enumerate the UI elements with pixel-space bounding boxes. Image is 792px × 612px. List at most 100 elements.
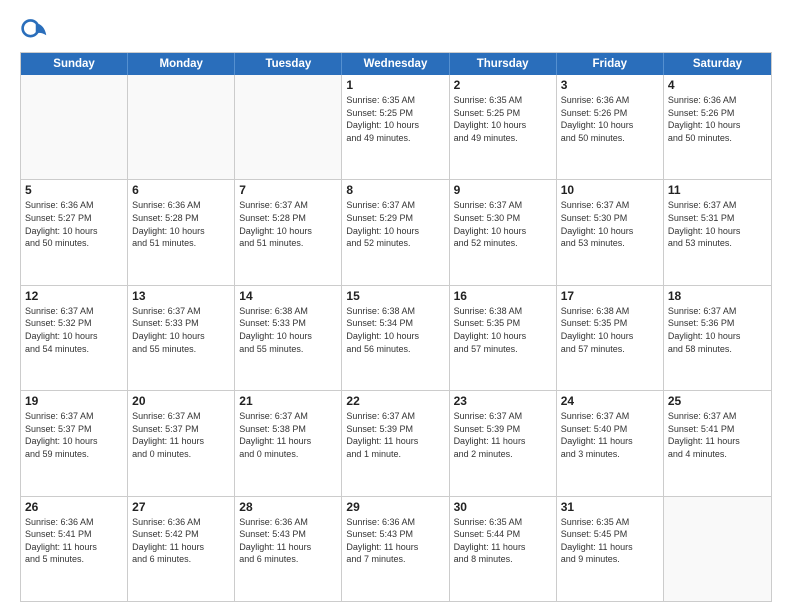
calendar-day-5: 5 Sunrise: 6:36 AM Sunset: 5:27 PM Daylig… — [21, 180, 128, 284]
day-number: 10 — [561, 183, 659, 197]
day-number: 16 — [454, 289, 552, 303]
logo-icon — [20, 16, 48, 44]
day-info: Sunrise: 6:37 AM Sunset: 5:38 PM Dayligh… — [239, 410, 337, 460]
calendar-day-22: 22 Sunrise: 6:37 AM Sunset: 5:39 PM Dayli… — [342, 391, 449, 495]
day-number: 17 — [561, 289, 659, 303]
calendar-day-27: 27Sunrise: 6:36 AM Sunset: 5:42 PM Dayli… — [128, 497, 235, 601]
calendar-day-empty — [21, 75, 128, 179]
weekday-header-tuesday: Tuesday — [235, 53, 342, 75]
day-number: 22 — [346, 394, 444, 408]
day-info: Sunrise: 6:36 AM Sunset: 5:26 PM Dayligh… — [668, 94, 767, 144]
day-number: 2 — [454, 78, 552, 92]
calendar-day-9: 9 Sunrise: 6:37 AM Sunset: 5:30 PM Daylig… — [450, 180, 557, 284]
calendar-day-16: 16 Sunrise: 6:38 AM Sunset: 5:35 PM Dayli… — [450, 286, 557, 390]
day-info: Sunrise: 6:37 AM Sunset: 5:30 PM Dayligh… — [561, 199, 659, 249]
calendar-day-30: 30 Sunrise: 6:35 AM Sunset: 5:44 PM Dayli… — [450, 497, 557, 601]
day-info: Sunrise: 6:37 AM Sunset: 5:41 PM Dayligh… — [668, 410, 767, 460]
day-info: Sunrise: 6:36 AM Sunset: 5:27 PM Dayligh… — [25, 199, 123, 249]
calendar-body: 1 Sunrise: 6:35 AM Sunset: 5:25 PM Daylig… — [21, 75, 771, 601]
day-number: 23 — [454, 394, 552, 408]
calendar-day-25: 25 Sunrise: 6:37 AM Sunset: 5:41 PM Dayli… — [664, 391, 771, 495]
day-number: 9 — [454, 183, 552, 197]
weekday-header-sunday: Sunday — [21, 53, 128, 75]
day-info: Sunrise: 6:37 AM Sunset: 5:37 PM Dayligh… — [25, 410, 123, 460]
day-number: 24 — [561, 394, 659, 408]
calendar-day-8: 8 Sunrise: 6:37 AM Sunset: 5:29 PM Daylig… — [342, 180, 449, 284]
day-number: 27 — [132, 500, 230, 514]
calendar-day-1: 1Sunrise: 6:35 AM Sunset: 5:25 PM Daylig… — [342, 75, 449, 179]
calendar-day-17: 17 Sunrise: 6:38 AM Sunset: 5:35 PM Dayli… — [557, 286, 664, 390]
day-number: 3 — [561, 78, 659, 92]
calendar-day-29: 29 Sunrise: 6:36 AM Sunset: 5:43 PM Dayli… — [342, 497, 449, 601]
day-info: Sunrise: 6:36 AM Sunset: 5:28 PM Dayligh… — [132, 199, 230, 249]
day-info: Sunrise: 6:37 AM Sunset: 5:30 PM Dayligh… — [454, 199, 552, 249]
logo — [20, 16, 52, 44]
weekday-header-thursday: Thursday — [450, 53, 557, 75]
day-number: 13 — [132, 289, 230, 303]
day-number: 8 — [346, 183, 444, 197]
calendar-week-5: 26 Sunrise: 6:36 AM Sunset: 5:41 PM Dayli… — [21, 496, 771, 601]
day-number: 20 — [132, 394, 230, 408]
weekday-header-wednesday: Wednesday — [342, 53, 449, 75]
weekday-header-friday: Friday — [557, 53, 664, 75]
day-number: 7 — [239, 183, 337, 197]
day-info: Sunrise: 6:37 AM Sunset: 5:40 PM Dayligh… — [561, 410, 659, 460]
calendar-day-19: 19 Sunrise: 6:37 AM Sunset: 5:37 PM Dayli… — [21, 391, 128, 495]
calendar-day-20: 20 Sunrise: 6:37 AM Sunset: 5:37 PM Dayli… — [128, 391, 235, 495]
day-number: 21 — [239, 394, 337, 408]
day-number: 5 — [25, 183, 123, 197]
page: SundayMondayTuesdayWednesdayThursdayFrid… — [0, 0, 792, 612]
day-info: Sunrise: 6:37 AM Sunset: 5:28 PM Dayligh… — [239, 199, 337, 249]
day-info: Sunrise: 6:37 AM Sunset: 5:29 PM Dayligh… — [346, 199, 444, 249]
calendar-week-1: 1 Sunrise: 6:35 AM Sunset: 5:25 PM Daylig… — [21, 75, 771, 179]
day-number: 30 — [454, 500, 552, 514]
day-number: 31 — [561, 500, 659, 514]
day-number: 26 — [25, 500, 123, 514]
calendar-day-6: 6 Sunrise: 6:36 AM Sunset: 5:28 PM Daylig… — [128, 180, 235, 284]
calendar-week-4: 19 Sunrise: 6:37 AM Sunset: 5:37 PM Dayli… — [21, 390, 771, 495]
calendar-day-15: 15Sunrise: 6:38 AM Sunset: 5:34 PM Dayli… — [342, 286, 449, 390]
weekday-header-monday: Monday — [128, 53, 235, 75]
calendar-day-14: 14Sunrise: 6:38 AM Sunset: 5:33 PM Dayli… — [235, 286, 342, 390]
day-info: Sunrise: 6:35 AM Sunset: 5:44 PM Dayligh… — [454, 516, 552, 566]
day-info: Sunrise: 6:35 AM Sunset: 5:25 PM Dayligh… — [454, 94, 552, 144]
calendar-day-26: 26 Sunrise: 6:36 AM Sunset: 5:41 PM Dayli… — [21, 497, 128, 601]
weekday-header-saturday: Saturday — [664, 53, 771, 75]
day-info: Sunrise: 6:37 AM Sunset: 5:39 PM Dayligh… — [346, 410, 444, 460]
calendar-day-7: 7 Sunrise: 6:37 AM Sunset: 5:28 PM Daylig… — [235, 180, 342, 284]
calendar-day-3: 3 Sunrise: 6:36 AM Sunset: 5:26 PM Daylig… — [557, 75, 664, 179]
day-number: 12 — [25, 289, 123, 303]
calendar-day-10: 10 Sunrise: 6:37 AM Sunset: 5:30 PM Dayli… — [557, 180, 664, 284]
day-info: Sunrise: 6:36 AM Sunset: 5:43 PM Dayligh… — [346, 516, 444, 566]
calendar-day-23: 23 Sunrise: 6:37 AM Sunset: 5:39 PM Dayli… — [450, 391, 557, 495]
day-number: 25 — [668, 394, 767, 408]
calendar-day-31: 31Sunrise: 6:35 AM Sunset: 5:45 PM Dayli… — [557, 497, 664, 601]
day-info: Sunrise: 6:37 AM Sunset: 5:31 PM Dayligh… — [668, 199, 767, 249]
day-info: Sunrise: 6:37 AM Sunset: 5:37 PM Dayligh… — [132, 410, 230, 460]
calendar-day-11: 11 Sunrise: 6:37 AM Sunset: 5:31 PM Dayli… — [664, 180, 771, 284]
day-number: 1 — [346, 78, 444, 92]
calendar-week-3: 12 Sunrise: 6:37 AM Sunset: 5:32 PM Dayli… — [21, 285, 771, 390]
day-number: 19 — [25, 394, 123, 408]
calendar-day-24: 24 Sunrise: 6:37 AM Sunset: 5:40 PM Dayli… — [557, 391, 664, 495]
day-number: 11 — [668, 183, 767, 197]
day-info: Sunrise: 6:38 AM Sunset: 5:35 PM Dayligh… — [561, 305, 659, 355]
day-info: Sunrise: 6:36 AM Sunset: 5:26 PM Dayligh… — [561, 94, 659, 144]
calendar-day-28: 28Sunrise: 6:36 AM Sunset: 5:43 PM Dayli… — [235, 497, 342, 601]
calendar-week-2: 5 Sunrise: 6:36 AM Sunset: 5:27 PM Daylig… — [21, 179, 771, 284]
day-number: 29 — [346, 500, 444, 514]
day-info: Sunrise: 6:36 AM Sunset: 5:41 PM Dayligh… — [25, 516, 123, 566]
calendar-header: SundayMondayTuesdayWednesdayThursdayFrid… — [21, 53, 771, 75]
calendar-day-4: 4Sunrise: 6:36 AM Sunset: 5:26 PM Daylig… — [664, 75, 771, 179]
calendar-day-empty — [235, 75, 342, 179]
day-number: 6 — [132, 183, 230, 197]
calendar-day-empty — [664, 497, 771, 601]
day-info: Sunrise: 6:37 AM Sunset: 5:32 PM Dayligh… — [25, 305, 123, 355]
calendar-day-2: 2 Sunrise: 6:35 AM Sunset: 5:25 PM Daylig… — [450, 75, 557, 179]
header — [20, 16, 772, 44]
day-number: 15 — [346, 289, 444, 303]
day-number: 18 — [668, 289, 767, 303]
calendar-day-21: 21 Sunrise: 6:37 AM Sunset: 5:38 PM Dayli… — [235, 391, 342, 495]
day-info: Sunrise: 6:38 AM Sunset: 5:35 PM Dayligh… — [454, 305, 552, 355]
day-info: Sunrise: 6:37 AM Sunset: 5:39 PM Dayligh… — [454, 410, 552, 460]
